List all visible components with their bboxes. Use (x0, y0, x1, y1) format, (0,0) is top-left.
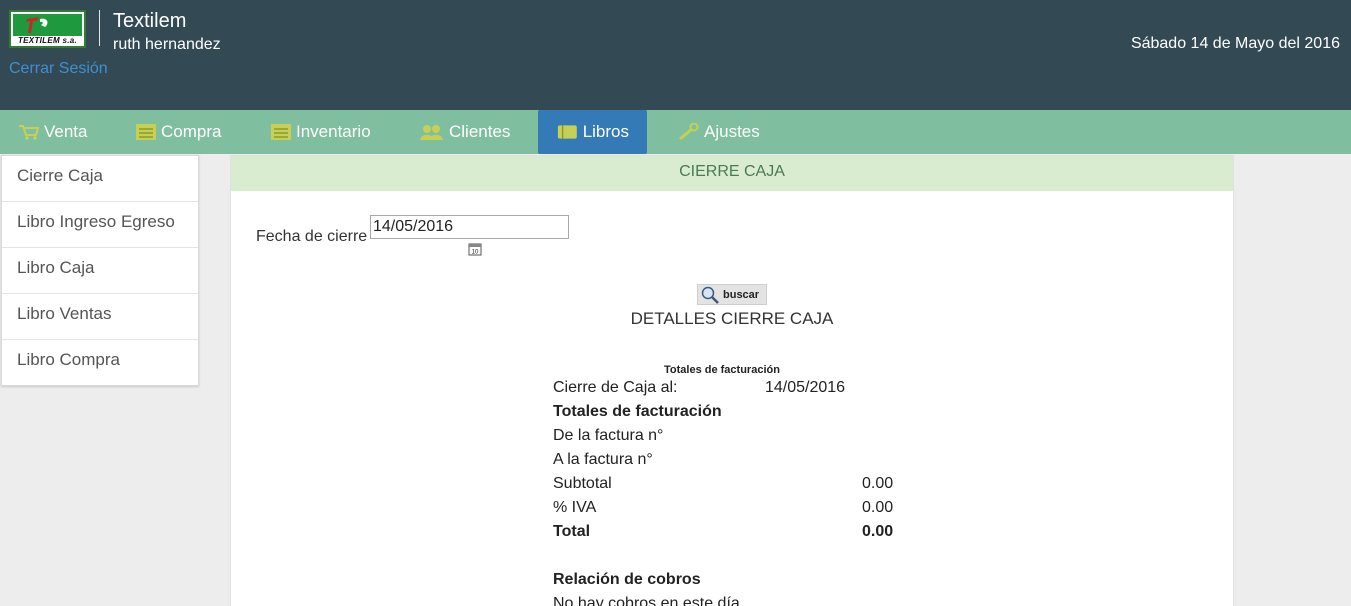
buscar-button[interactable]: buscar (697, 284, 767, 305)
sidebar-item-cierre-caja[interactable]: Cierre Caja (2, 156, 198, 202)
user-name: ruth hernandez (113, 36, 221, 53)
magnifier-icon (701, 286, 719, 304)
details-title: DETALLES CIERRE CAJA (630, 309, 834, 328)
main-nav: Venta Compra Inventario Clientes Libros … (0, 110, 1351, 154)
cart-icon (19, 125, 40, 140)
nav-item-ajustes[interactable]: Ajustes (660, 110, 770, 154)
books-icon (557, 125, 577, 139)
sidebar-item-libro-ventas[interactable]: Libro Ventas (2, 294, 198, 340)
fecha-label: Fecha de cierre (256, 228, 368, 245)
logo-text: TEXTILEM s.a. (17, 36, 78, 45)
calendar-icon[interactable]: 10 (468, 242, 482, 256)
nav-label-venta: Venta (44, 122, 88, 141)
nav-item-compra[interactable]: Compra (117, 110, 231, 154)
small-caption: Totales de facturación (664, 364, 780, 376)
logo-mark-icon (26, 17, 48, 33)
list-icon (271, 124, 291, 140)
totales-heading: Totales de facturación (553, 403, 722, 420)
nav-item-venta[interactable]: Venta (0, 110, 98, 154)
svg-text:10: 10 (472, 250, 479, 256)
cobros-heading: Relación de cobros (553, 571, 701, 588)
app-title: Textilem (113, 10, 187, 32)
a-factura-label: A la factura n° (553, 451, 653, 468)
sidebar-item-libro-ingreso-egreso[interactable]: Libro Ingreso Egreso (2, 202, 198, 248)
sidebar: Cierre Caja Libro Ingreso Egreso Libro C… (1, 155, 199, 386)
de-factura-label: De la factura n° (553, 427, 664, 444)
current-date: Sábado 14 de Mayo del 2016 (1130, 35, 1340, 52)
nav-item-clientes[interactable]: Clientes (401, 110, 520, 154)
nav-label-clientes: Clientes (449, 122, 511, 141)
subtotal-label: Subtotal (553, 475, 612, 492)
nav-item-inventario[interactable]: Inventario (252, 110, 381, 154)
users-icon (420, 125, 443, 140)
total-value: 0.00 (862, 523, 894, 540)
nav-label-compra: Compra (161, 122, 222, 141)
nav-label-libros: Libros (582, 122, 629, 141)
nav-label-inventario: Inventario (296, 122, 371, 141)
iva-label: % IVA (553, 499, 597, 516)
no-cobros-text: No hay cobros en este día (553, 595, 740, 606)
buscar-label: buscar (723, 288, 760, 301)
nav-label-ajustes: Ajustes (704, 122, 760, 141)
sidebar-item-libro-caja[interactable]: Libro Caja (2, 248, 198, 294)
subtotal-value: 0.00 (862, 475, 894, 492)
sidebar-item-libro-compra[interactable]: Libro Compra (2, 340, 198, 385)
total-label: Total (553, 523, 591, 540)
nav-item-libros[interactable]: Libros (538, 110, 647, 154)
panel-title: CIERRE CAJA (231, 156, 1233, 191)
wrench-icon (679, 123, 699, 141)
main-panel: CIERRE CAJA Fecha de cierre 10 buscar DE… (230, 155, 1234, 606)
logout-link[interactable]: Cerrar Sesión (9, 60, 108, 78)
textilem-logo: TEXTILEM s.a. (9, 10, 86, 48)
iva-value: 0.00 (862, 499, 894, 516)
fecha-cierre-input[interactable] (370, 215, 569, 239)
list-icon (136, 124, 156, 140)
header-divider (99, 10, 100, 46)
cierre-value: 14/05/2016 (765, 379, 846, 396)
cierre-label: Cierre de Caja al: (553, 379, 678, 396)
top-header: TEXTILEM s.a. Textilem ruth hernandez Ce… (0, 0, 1351, 110)
